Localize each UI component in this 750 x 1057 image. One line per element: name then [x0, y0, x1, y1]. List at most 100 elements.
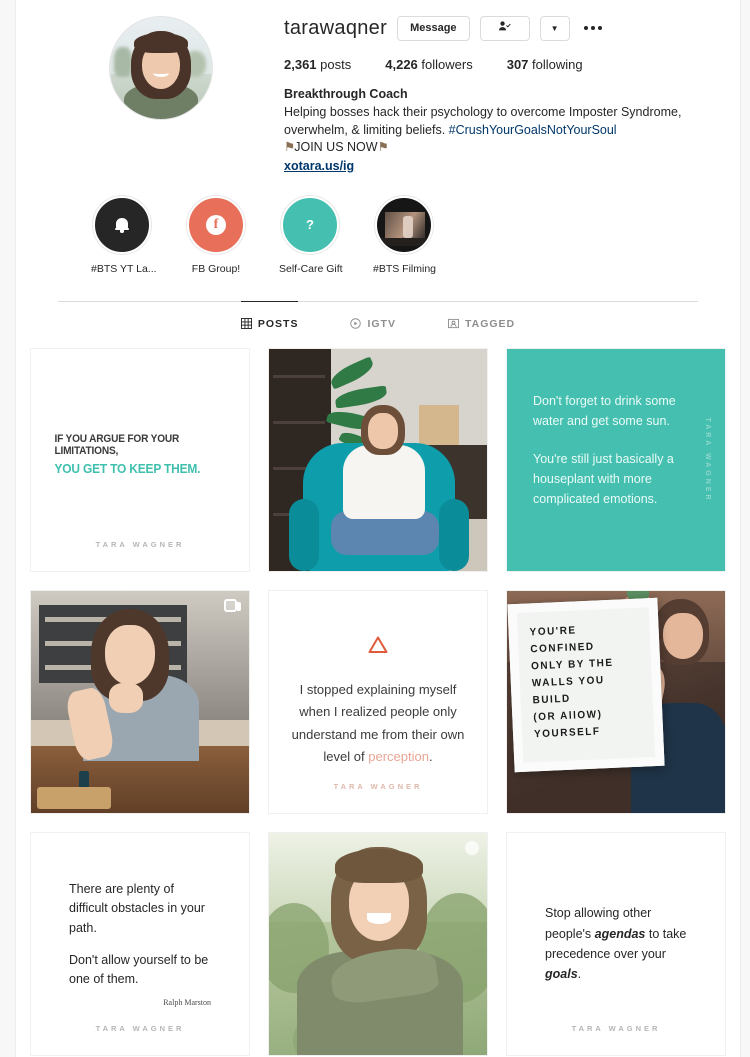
igtv-icon — [350, 318, 362, 329]
bell-icon — [114, 217, 130, 233]
highlight-bts-yt[interactable]: #BTS YT La... — [91, 195, 157, 275]
instagram-profile-page: tarawaqner Message ▼ 2,361 posts 4,226 f… — [0, 0, 750, 1057]
photo-woman-table — [31, 590, 249, 813]
quote-card: I stopped explaining myself when I reali… — [269, 590, 487, 813]
profile-tabs: POSTS IGTV TAGGED — [58, 300, 698, 344]
following-count: 307 — [506, 57, 529, 72]
avatar-tree-left — [114, 47, 132, 77]
highlight-cover-2: f — [187, 195, 245, 254]
highlight-label-4: #BTS Filming — [373, 262, 437, 275]
stat-followers[interactable]: 4,226 followers — [385, 57, 472, 72]
grid-icon — [240, 318, 252, 330]
post-woman-at-table-photo[interactable] — [30, 589, 250, 814]
quote-text: I stopped explaining myself when I reali… — [285, 679, 471, 768]
person-check-icon — [498, 20, 511, 36]
highlight-fb-group[interactable]: f FB Group! — [185, 195, 247, 275]
profile-tabs-container: POSTS IGTV TAGGED — [58, 300, 698, 344]
quote-paragraph: Stop allowing other people's agendas to … — [545, 903, 687, 984]
posts-label: posts — [320, 57, 352, 72]
posts-count: 2,361 — [284, 57, 317, 72]
story-highlights: #BTS YT La... f FB Group! ? Self-Care Gi… — [16, 176, 740, 275]
question-mark-icon: ? — [306, 217, 314, 233]
more-options-icon[interactable] — [583, 26, 602, 30]
profile-header: tarawaqner Message ▼ 2,361 posts 4,226 f… — [16, 0, 740, 176]
stat-following[interactable]: 307 following — [507, 57, 583, 72]
options-dropdown-button[interactable]: ▼ — [539, 15, 570, 41]
highlight-cover-3: ? — [281, 195, 339, 254]
tab-tagged-label: TAGGED — [464, 317, 516, 330]
carousel-icon — [223, 598, 241, 615]
quote-line-2: YOU GET TO KEEP THEM. — [54, 461, 201, 477]
quote-line-1: IF YOU ARGUE FOR YOUR LIMITATIONS, — [54, 433, 180, 458]
chevron-down-icon: ▼ — [550, 23, 559, 33]
highlight-label-2: FB Group! — [191, 262, 241, 275]
quote-highlight-word: perception — [368, 749, 429, 765]
page-title: tarawaqner — [284, 16, 388, 39]
quote-text: There are plenty of difficult obstacles … — [47, 880, 233, 1007]
profile-info: tarawaqner Message ▼ 2,361 posts 4,226 f… — [276, 12, 710, 176]
bio-name: Breakthrough Coach — [284, 87, 408, 101]
tab-posts[interactable]: POSTS — [240, 300, 299, 344]
photo-outdoor-portrait — [269, 832, 487, 1055]
bio-join-text: JOIN US NOW — [294, 140, 378, 155]
following-label: following — [532, 57, 583, 72]
avatar-smile — [153, 69, 169, 77]
message-button[interactable]: Message — [397, 15, 470, 41]
photo-letterboard: YOU'RE CONFINED ONLY BY THE WALLS YOU BU… — [507, 590, 725, 813]
letterboard-sign: YOU'RE CONFINED ONLY BY THE WALLS YOU BU… — [507, 597, 665, 772]
tab-tagged[interactable]: TAGGED — [447, 301, 516, 344]
bio-join-line: ⚑JOIN US NOW⚑ — [284, 139, 709, 157]
triangle-icon — [367, 635, 389, 659]
post-limitations-quote[interactable]: IF YOU ARGUE FOR YOUR LIMITATIONS, YOU G… — [30, 347, 250, 572]
following-button[interactable] — [479, 15, 530, 41]
highlight-self-care-gift[interactable]: ? Self-Care Gift — [279, 195, 343, 275]
username-row: tarawaqner Message ▼ — [284, 12, 710, 44]
quote-attribution: Ralph Marston — [163, 998, 211, 1008]
post-obstacles-quote[interactable]: There are plenty of difficult obstacles … — [30, 831, 250, 1056]
signature: TARA WAGNER — [95, 539, 185, 549]
bio-hashtag[interactable]: #CrushYourGoalsNotYourSoul — [449, 123, 617, 137]
posts-grid: IF YOU ARGUE FOR YOUR LIMITATIONS, YOU G… — [16, 344, 740, 1056]
flag-icon: ⚑ — [284, 140, 295, 155]
profile-bio: Breakthrough Coach Helping bosses hack t… — [284, 86, 709, 176]
post-teal-chair-photo[interactable] — [268, 347, 488, 572]
photo-thumbnail — [377, 197, 431, 252]
stat-posts[interactable]: 2,361 posts — [284, 57, 351, 72]
left-page-edge — [0, 0, 16, 1057]
followers-count: 4,226 — [385, 57, 418, 72]
signature: TARA WAGNER — [95, 1023, 185, 1033]
tab-posts-label: POSTS — [257, 317, 299, 330]
post-outdoor-portrait-photo[interactable] — [268, 831, 488, 1056]
post-agendas-quote[interactable]: Stop allowing other people's agendas to … — [506, 831, 726, 1056]
tab-igtv[interactable]: IGTV — [350, 301, 396, 344]
photo-teal-chair — [269, 348, 487, 571]
teal-paragraph-2: You're still just basically a houseplant… — [533, 451, 674, 506]
highlight-cover-1 — [93, 195, 151, 254]
tagged-icon — [447, 318, 459, 329]
quote-paragraph-2: Don't allow yourself to be one of them. — [69, 952, 209, 987]
highlight-label-1: #BTS YT La... — [91, 262, 157, 275]
quote-seg-3: . — [577, 967, 582, 981]
letterboard-lines: YOU'RE CONFINED ONLY BY THE WALLS YOU BU… — [517, 607, 655, 744]
bio-link[interactable]: xotara.us/ig — [284, 158, 709, 176]
quote-card: IF YOU ARGUE FOR YOUR LIMITATIONS, YOU G… — [31, 348, 249, 571]
highlight-bts-filming[interactable]: #BTS Filming — [373, 195, 437, 275]
highlight-label-3: Self-Care Gift — [279, 262, 343, 275]
flag-icon-2: ⚑ — [377, 140, 389, 155]
post-houseplant-quote[interactable]: Don't forget to drink some water and get… — [506, 347, 726, 572]
quote-lines: IF YOU ARGUE FOR YOUR LIMITATIONS, YOU G… — [47, 433, 233, 476]
quote-card: Stop allowing other people's agendas to … — [507, 832, 725, 1055]
quote-text: Stop allowing other people's agendas to … — [523, 903, 709, 984]
profile-stats: 2,361 posts 4,226 followers 307 followin… — [284, 57, 710, 72]
post-perception-quote[interactable]: I stopped explaining myself when I reali… — [268, 589, 488, 814]
post-letterboard-photo[interactable]: YOU'RE CONFINED ONLY BY THE WALLS YOU BU… — [506, 589, 726, 814]
avatar-column — [46, 12, 276, 176]
quote-text-after: . — [428, 749, 433, 765]
quote-card: There are plenty of difficult obstacles … — [31, 832, 249, 1055]
followers-label: followers — [421, 57, 473, 72]
tab-igtv-label: IGTV — [367, 317, 396, 330]
quote-bold-1: agendas — [594, 926, 646, 941]
facebook-icon: f — [206, 214, 226, 235]
avatar[interactable] — [109, 16, 213, 120]
teal-paragraph-1: Don't forget to drink some water and get… — [533, 393, 676, 428]
